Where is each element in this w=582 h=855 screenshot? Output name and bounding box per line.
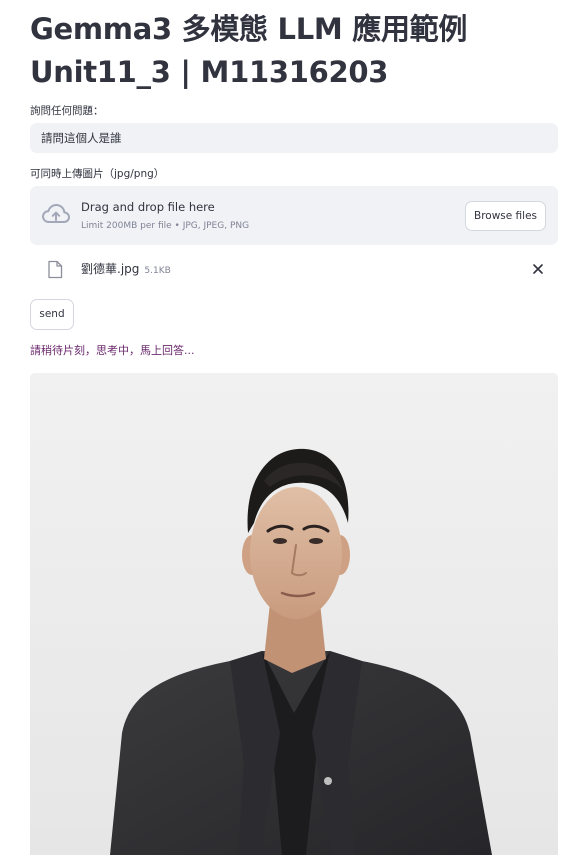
file-icon: [48, 260, 63, 279]
uploaded-file-name-text: 劉德華.jpg: [81, 262, 140, 276]
cloud-upload-icon: [42, 204, 70, 223]
uploader-label: 可同時上傳圖片（jpg/png）: [30, 168, 165, 180]
status-message: 請稍待片刻，思考中，馬上回答...: [30, 344, 195, 357]
portrait-image: [30, 373, 558, 855]
file-dropzone[interactable]: Drag and drop file here Limit 200MB per …: [30, 186, 558, 245]
page-title: Gemma3 多模態 LLM 應用範例 Unit11_3 | M11316203: [30, 8, 560, 94]
uploaded-file-row: 劉德華.jpg 5.1KB: [30, 254, 558, 284]
send-button[interactable]: send: [30, 299, 74, 330]
page-title-line2: Unit11_3 | M11316203: [30, 55, 389, 89]
dropzone-limit: Limit 200MB per file • JPG, JPEG, PNG: [81, 221, 250, 231]
dropzone-title: Drag and drop file here: [81, 200, 215, 214]
page-title-line1: Gemma3 多模態 LLM 應用範例: [30, 12, 468, 46]
uploaded-file-size: 5.1KB: [144, 266, 171, 276]
uploaded-photo: [30, 373, 558, 855]
close-icon[interactable]: [530, 261, 546, 277]
browse-files-button[interactable]: Browse files: [465, 201, 546, 231]
uploaded-file-name: 劉德華.jpg 5.1KB: [81, 261, 171, 279]
app: Gemma3 多模態 LLM 應用範例 Unit11_3 | M11316203…: [0, 0, 582, 855]
question-input[interactable]: 請問這個人是誰: [30, 123, 558, 153]
question-label: 詢問任何問題：: [30, 105, 104, 117]
